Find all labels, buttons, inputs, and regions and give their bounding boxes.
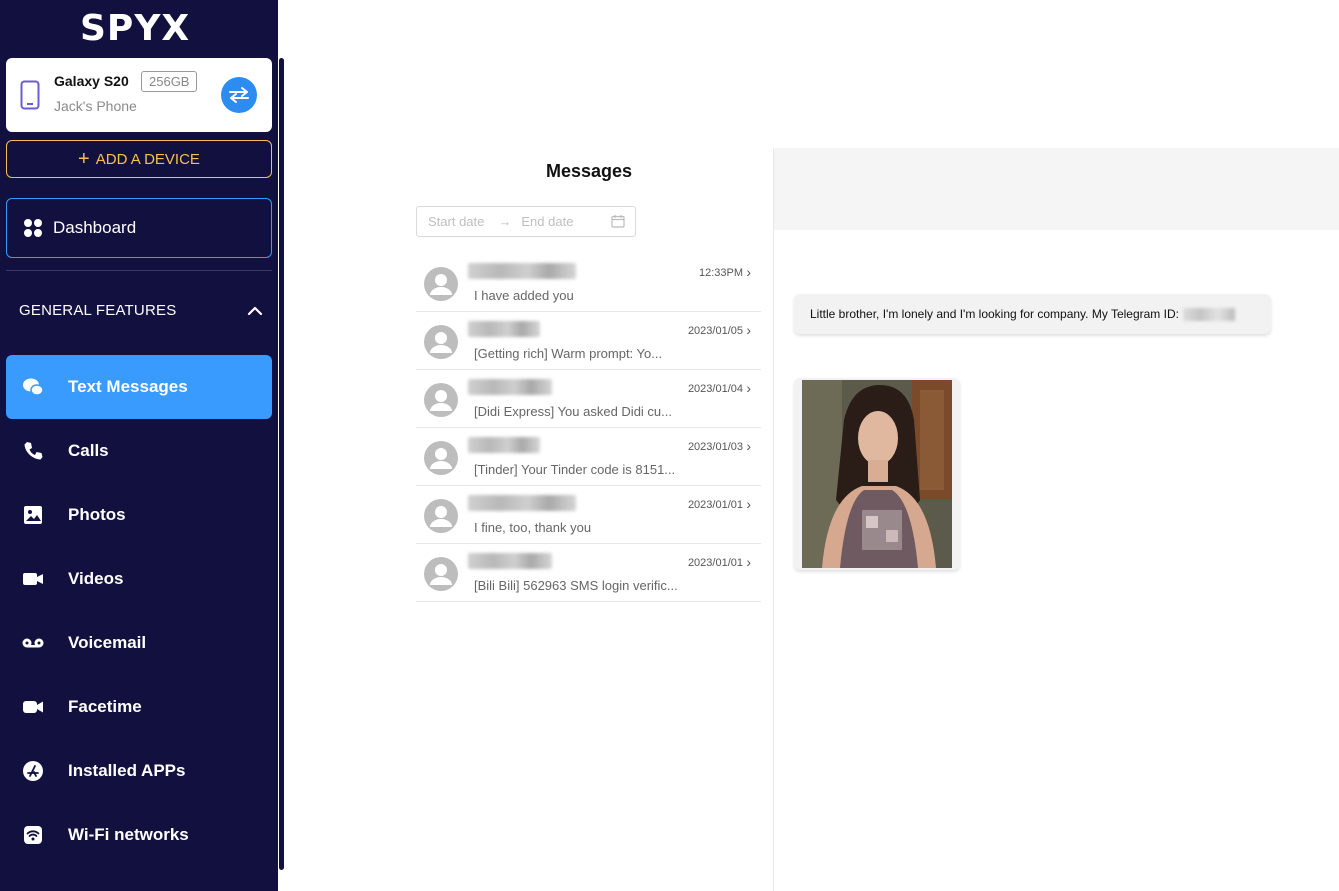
message-preview: [Bili Bili] 562963 SMS login verific... — [474, 578, 678, 593]
message-preview: I fine, too, thank you — [474, 520, 592, 535]
chat-bubbles-icon — [22, 376, 44, 398]
chevron-right-icon: › — [746, 554, 751, 570]
sidebar-item-wifi-networks[interactable]: Wi-Fi networks — [6, 803, 272, 867]
message-time: 2023/01/04 — [687, 383, 743, 395]
sidebar-item-label: Text Messages — [68, 377, 188, 396]
swap-arrows-icon — [229, 87, 249, 103]
avatar-icon — [424, 557, 458, 591]
device-owner: Jack's Phone — [54, 98, 137, 114]
messages-title: Messages — [545, 161, 633, 181]
conversation-item[interactable]: 2023/01/05 › [Getting rich] Warm prompt:… — [416, 312, 761, 370]
facetime-icon — [22, 696, 44, 718]
video-camera-icon — [22, 568, 44, 590]
sidebar-item-voicemail[interactable]: Voicemail — [6, 611, 272, 675]
add-device-label: ADD A DEVICE — [95, 150, 200, 168]
chevron-up-icon — [247, 306, 263, 315]
chat-header — [774, 148, 1339, 230]
telegram-id-blurred — [1182, 307, 1235, 321]
spyx-logo[interactable]: SPYX — [80, 7, 192, 49]
avatar-icon — [424, 499, 458, 533]
image-message[interactable] — [794, 378, 960, 570]
avatar-icon — [424, 325, 458, 359]
chevron-right-icon: › — [746, 264, 751, 280]
wifi-icon — [22, 824, 44, 846]
add-device-button[interactable]: + ADD A DEVICE — [6, 140, 272, 178]
sidebar-divider — [6, 270, 272, 271]
messages-panel: Messages Start date → End date 12:33PM ›… — [404, 148, 774, 891]
device-card[interactable]: Galaxy S20 256GB Jack's Phone — [6, 58, 272, 132]
contact-name-blurred — [468, 263, 576, 279]
arrow-right-icon: → — [498, 214, 512, 229]
contact-name-blurred — [468, 495, 576, 511]
sidebar-item-text-messages[interactable]: Text Messages — [6, 355, 272, 419]
message-time: 12:33PM — [698, 267, 743, 279]
conversation-item[interactable]: 2023/01/01 › I fine, too, thank you — [416, 486, 761, 544]
avatar-icon — [424, 441, 458, 475]
date-range-picker[interactable]: Start date → End date — [416, 206, 636, 237]
start-date-input[interactable]: Start date — [428, 214, 484, 229]
chevron-right-icon: › — [746, 496, 751, 512]
sidebar-item-photos[interactable]: Photos — [6, 483, 272, 547]
plus-icon: + — [78, 148, 90, 170]
conversation-item[interactable]: 2023/01/03 › [Tinder] Your Tinder code i… — [416, 428, 761, 486]
message-preview: [Tinder] Your Tinder code is 8151... — [474, 462, 676, 477]
phone-icon — [22, 440, 44, 462]
phone-device-icon — [20, 80, 40, 115]
message-time: 2023/01/01 — [687, 499, 743, 511]
sidebar-scrollbar[interactable] — [279, 58, 284, 870]
avatar-icon — [424, 383, 458, 417]
message-preview: I have added you — [474, 288, 574, 303]
contact-name-blurred — [468, 379, 552, 395]
section-title: GENERAL FEATURES — [19, 302, 177, 319]
sidebar-item-installed-apps[interactable]: Installed APPs — [6, 739, 272, 803]
contact-name-blurred — [468, 437, 540, 453]
sidebar-item-label: Calls — [68, 441, 109, 460]
message-time: 2023/01/01 — [687, 557, 743, 569]
sidebar-item-label: Photos — [68, 505, 126, 524]
sidebar-item-facetime[interactable]: Facetime — [6, 675, 272, 739]
conversation-item[interactable]: 2023/01/04 › [Didi Express] You asked Di… — [416, 370, 761, 428]
message-preview: [Getting rich] Warm prompt: Yo... — [474, 346, 663, 361]
avatar-icon — [424, 267, 458, 301]
dashboard-button[interactable]: Dashboard — [6, 198, 272, 258]
device-storage-badge: 256GB — [141, 71, 198, 92]
conversation-item[interactable]: 12:33PM › I have added you — [416, 254, 761, 312]
message-text: Little brother, I'm lonely and I'm looki… — [810, 307, 1179, 321]
sidebar-item-label: Wi-Fi networks — [68, 825, 189, 844]
voicemail-icon — [22, 632, 44, 654]
general-features-toggle[interactable]: GENERAL FEATURES — [19, 302, 263, 319]
device-name: Galaxy S20 — [54, 73, 129, 89]
sidebar-item-calls[interactable]: Calls — [6, 419, 272, 483]
end-date-input[interactable]: End date — [521, 214, 573, 229]
dashboard-label: Dashboard — [53, 218, 137, 237]
sidebar-item-label: Voicemail — [68, 633, 147, 652]
conversation-item[interactable]: 2023/01/01 › [Bili Bili] 562963 SMS logi… — [416, 544, 761, 602]
message-time: 2023/01/03 — [687, 441, 743, 453]
incoming-message-bubble: Little brother, I'm lonely and I'm looki… — [794, 294, 1271, 334]
dashboard-grid-icon — [24, 219, 42, 237]
calendar-icon[interactable] — [611, 214, 625, 228]
message-preview: [Didi Express] You asked Didi cu... — [474, 404, 672, 419]
contact-name-blurred — [468, 553, 552, 569]
message-time: 2023/01/05 — [687, 325, 743, 337]
chevron-right-icon: › — [746, 380, 751, 396]
switch-device-button[interactable] — [221, 77, 257, 113]
sidebar-item-label: Videos — [68, 569, 124, 588]
contact-name-blurred — [468, 321, 540, 337]
logo-text: SPYX — [80, 7, 191, 49]
sidebar: SPYX Galaxy S20 256GB Jack's Phone + ADD… — [0, 0, 278, 891]
image-icon — [22, 504, 44, 526]
sidebar-item-label: Facetime — [68, 697, 142, 716]
message-photo[interactable] — [802, 380, 952, 568]
app-store-icon — [22, 760, 44, 782]
chevron-right-icon: › — [746, 322, 751, 338]
chevron-right-icon: › — [746, 438, 751, 454]
sidebar-item-label: Installed APPs — [68, 761, 186, 780]
sidebar-item-videos[interactable]: Videos — [6, 547, 272, 611]
